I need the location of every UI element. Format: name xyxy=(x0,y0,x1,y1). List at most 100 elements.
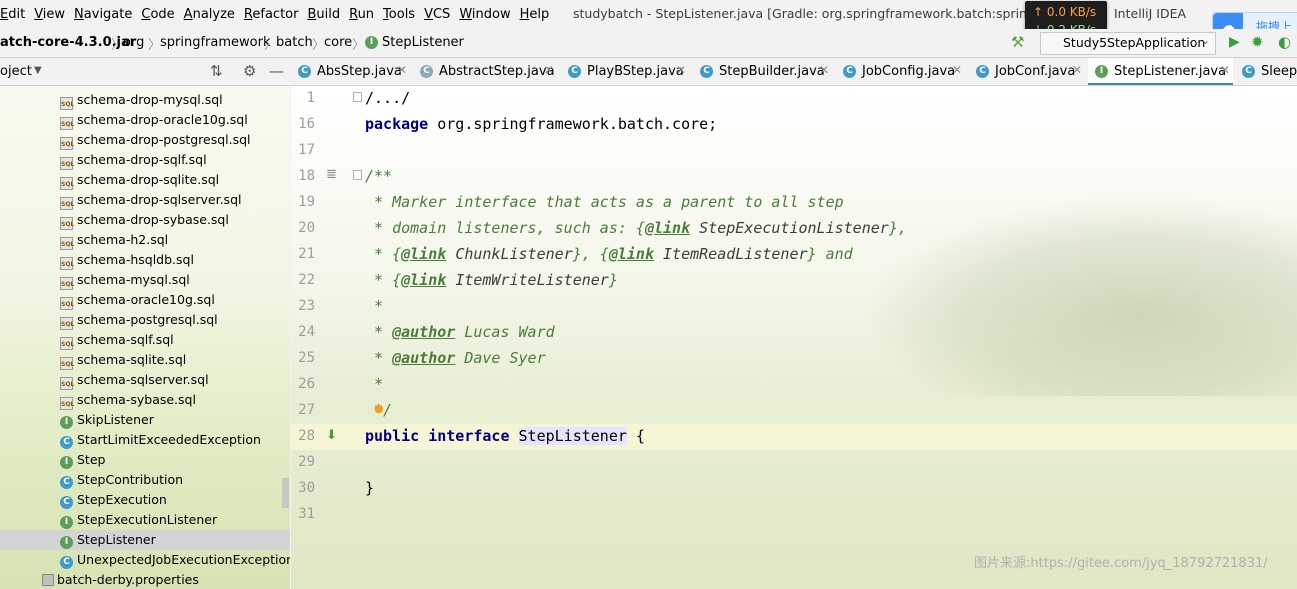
tree-item[interactable]: SQL schema-sybase.sql xyxy=(0,390,290,410)
tree-item[interactable]: SQL schema-drop-mysql.sql xyxy=(0,90,290,110)
tree-item[interactable]: SQL schema-drop-oracle10g.sql xyxy=(0,110,290,130)
editor-tab[interactable]: C StepBuilder.java ✕ xyxy=(693,58,834,85)
tree-item-label: schema-drop-oracle10g.sql xyxy=(77,112,248,127)
build-hammer-icon[interactable]: ⚒ xyxy=(1011,33,1024,51)
interface-icon: I xyxy=(60,416,73,429)
tree-item[interactable]: SQL schema-drop-sqlf.sql xyxy=(0,150,290,170)
menu-analyze[interactable]: Analyze xyxy=(180,7,239,22)
run-icon[interactable]: ▶ xyxy=(1229,34,1240,50)
editor-tab[interactable]: C JobConf.java ✕ xyxy=(969,58,1086,85)
tree-item[interactable]: I Step xyxy=(0,450,290,470)
menu-build[interactable]: Build xyxy=(303,7,344,22)
sql-file-icon: SQL xyxy=(60,97,74,110)
code-token: ItemWriteListener xyxy=(455,271,609,289)
class-icon: C xyxy=(60,436,73,449)
tree-item[interactable]: SQL schema-drop-sqlite.sql xyxy=(0,170,290,190)
close-icon[interactable]: ✕ xyxy=(397,63,407,77)
code-token: ItemReadListener xyxy=(663,245,808,263)
tree-item[interactable]: SQL schema-hsqldb.sql xyxy=(0,250,290,270)
tree-item[interactable]: SQL schema-drop-sqlserver.sql xyxy=(0,190,290,210)
tree-item-label: UnexpectedJobExecutionException xyxy=(77,552,290,567)
close-icon[interactable]: ✕ xyxy=(952,63,962,77)
menu-edit[interactable]: Edit xyxy=(0,7,29,22)
menu-vcs[interactable]: VCS xyxy=(420,7,454,22)
implemented-by-icon[interactable]: ⬇ xyxy=(326,428,337,443)
doc-render-icon[interactable]: ≣ xyxy=(326,167,337,182)
tree-item[interactable]: SQL schema-drop-postgresql.sql xyxy=(0,130,290,150)
tree-item[interactable]: C UnexpectedJobExecutionException xyxy=(0,550,290,570)
class-icon: C xyxy=(420,65,433,78)
tree-item[interactable]: SQL schema-mysql.sql xyxy=(0,270,290,290)
editor-tab-bar: C AbsStep.java ✕ C AbstractStep.java ✕ C PlayBS… xyxy=(291,58,1297,86)
tree-item[interactable]: I StepListener xyxy=(0,530,290,550)
code-token: * {@link ItemWriteListener} xyxy=(365,271,618,289)
fold-marker-icon[interactable] xyxy=(353,92,362,102)
menu-help[interactable]: Help xyxy=(516,7,554,22)
menu-code[interactable]: Code xyxy=(137,7,178,22)
tree-item[interactable]: I SkipListener xyxy=(0,410,290,430)
tree-item[interactable]: SQL schema-h2.sql xyxy=(0,230,290,250)
tree-item[interactable]: SQL schema-sqlite.sql xyxy=(0,350,290,370)
close-icon[interactable]: ✕ xyxy=(676,63,686,77)
editor-tab[interactable]: CSleepS✕ xyxy=(1235,58,1297,85)
line-number: 1 xyxy=(306,90,315,106)
tree-item-label: schema-sybase.sql xyxy=(77,392,196,407)
tree-item[interactable]: SQL schema-postgresql.sql xyxy=(0,310,290,330)
run-configuration-select[interactable]: Study5StepApplication ⌄ xyxy=(1040,32,1216,55)
tree-item[interactable]: C StartLimitExceededException xyxy=(0,430,290,450)
breadcrumb-core[interactable]: core xyxy=(324,35,352,50)
fold-marker-icon[interactable] xyxy=(353,170,362,180)
close-icon[interactable]: ✕ xyxy=(1220,63,1230,77)
editor-tab[interactable]: C JobConfig.java ✕ xyxy=(836,58,967,85)
close-icon[interactable]: ✕ xyxy=(819,63,829,77)
line-number: 27 xyxy=(298,402,315,418)
tree-item-icon: C xyxy=(60,474,73,489)
editor-tab[interactable]: C PlayBStep.java ✕ xyxy=(561,58,691,85)
menu-run[interactable]: Run xyxy=(345,7,378,22)
menu-refactor[interactable]: Refactor xyxy=(240,7,303,22)
tree-item-icon: SQL xyxy=(60,214,74,230)
editor-tab-label: JobConf.java xyxy=(995,64,1076,79)
breadcrumb-batch[interactable]: batch xyxy=(276,35,313,50)
close-icon[interactable]: ✕ xyxy=(544,63,554,77)
close-icon[interactable]: ✕ xyxy=(1072,63,1082,77)
breadcrumb-steplistener[interactable]: StepListener xyxy=(382,35,464,50)
code-line: 20 * domain listeners, such as: {@link S… xyxy=(291,216,1297,242)
tree-item[interactable]: batch-derby.properties xyxy=(0,570,290,589)
dropdown-arrow-icon[interactable]: ▼ xyxy=(34,65,42,76)
menu-tools[interactable]: Tools xyxy=(379,7,419,22)
menu-view[interactable]: View xyxy=(30,7,69,22)
editor-tab[interactable]: C AbsStep.java ✕ xyxy=(291,58,411,85)
gear-icon[interactable]: ⚙ xyxy=(243,62,256,80)
tree-item-icon: SQL xyxy=(60,374,74,390)
tree-item[interactable]: SQL schema-drop-sybase.sql xyxy=(0,210,290,230)
hide-panel-icon[interactable]: — xyxy=(269,62,284,80)
run-configuration-label: Study5StepApplication xyxy=(1063,35,1206,50)
tree-item[interactable]: C StepExecution xyxy=(0,490,290,510)
tree-item[interactable]: SQL schema-sqlserver.sql xyxy=(0,370,290,390)
project-panel-header: oject ▼ ⇅ ⚙ — xyxy=(0,58,290,86)
debug-icon[interactable]: ✹ xyxy=(1251,33,1264,51)
breadcrumb-springframework[interactable]: springframework xyxy=(160,35,270,50)
tree-item[interactable]: SQL schema-oracle10g.sql xyxy=(0,290,290,310)
tree-item[interactable]: SQL schema-sqlf.sql xyxy=(0,330,290,350)
tree-item-icon: SQL xyxy=(60,154,74,170)
tree-item[interactable]: I StepExecutionListener xyxy=(0,510,290,530)
editor-tab[interactable]: C AbstractStep.java ✕ xyxy=(413,58,559,85)
code-editor[interactable]: 图片来源:https://gitee.com/jyq_18792721831/ … xyxy=(291,86,1297,589)
menu-navigate[interactable]: Navigate xyxy=(70,7,136,22)
lightbulb-icon[interactable]: ● xyxy=(374,402,384,415)
project-panel-title[interactable]: oject xyxy=(0,64,32,79)
menu-label-rest: efactor xyxy=(252,7,299,22)
collapse-all-icon[interactable]: ⇅ xyxy=(210,62,223,80)
editor-tab[interactable]: I StepListener.java ✕ xyxy=(1088,58,1233,85)
menu-window[interactable]: Window xyxy=(455,7,514,22)
coverage-icon[interactable]: ◐ xyxy=(1278,33,1291,51)
tree-item-icon: SQL xyxy=(60,394,74,410)
interface-icon: I xyxy=(60,536,73,549)
breadcrumb-org[interactable]: org xyxy=(123,35,144,50)
tree-item[interactable]: C StepContribution xyxy=(0,470,290,490)
menu-label-rest: uild xyxy=(316,7,341,22)
code-text: * domain listeners, such as: {@link Step… xyxy=(365,219,907,237)
class-icon: C xyxy=(1242,65,1255,78)
